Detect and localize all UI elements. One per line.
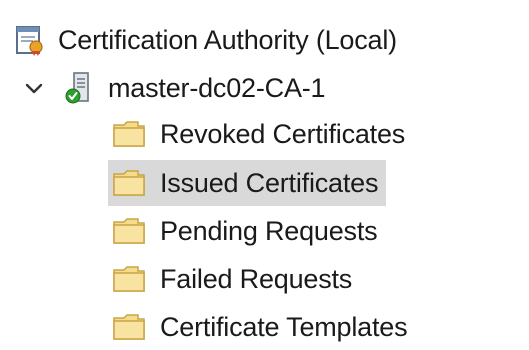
tree-node-label: Revoked Certificates xyxy=(160,119,406,149)
folder-icon xyxy=(112,119,146,149)
console-tree: Certification Authority (Local) master-d… xyxy=(0,0,529,342)
tree-node-ca-server[interactable]: master-dc02-CA-1 xyxy=(22,66,326,110)
tree-node-label: Certification Authority (Local) xyxy=(58,25,397,55)
tree-node-certification-authority[interactable]: Certification Authority (Local) xyxy=(14,18,397,62)
folder-icon xyxy=(112,216,146,246)
ca-server-icon xyxy=(64,71,94,105)
certification-authority-icon xyxy=(14,23,48,57)
tree-node-label: Failed Requests xyxy=(160,264,353,294)
tree-node-revoked-certificates[interactable]: Revoked Certificates xyxy=(108,111,413,157)
tree-node-label: Pending Requests xyxy=(160,216,378,246)
folder-icon xyxy=(112,312,146,342)
chevron-down-icon[interactable] xyxy=(22,76,46,100)
folder-icon xyxy=(112,264,146,294)
tree-node-pending-requests[interactable]: Pending Requests xyxy=(108,208,385,254)
tree-node-failed-requests[interactable]: Failed Requests xyxy=(108,256,360,302)
tree-node-label: Issued Certificates xyxy=(160,168,379,198)
tree-node-label: master-dc02-CA-1 xyxy=(108,73,326,103)
tree-node-certificate-templates[interactable]: Certificate Templates xyxy=(108,304,415,350)
tree-node-label: Certificate Templates xyxy=(160,312,408,342)
tree-node-issued-certificates[interactable]: Issued Certificates xyxy=(108,160,387,206)
folder-icon xyxy=(112,168,146,198)
